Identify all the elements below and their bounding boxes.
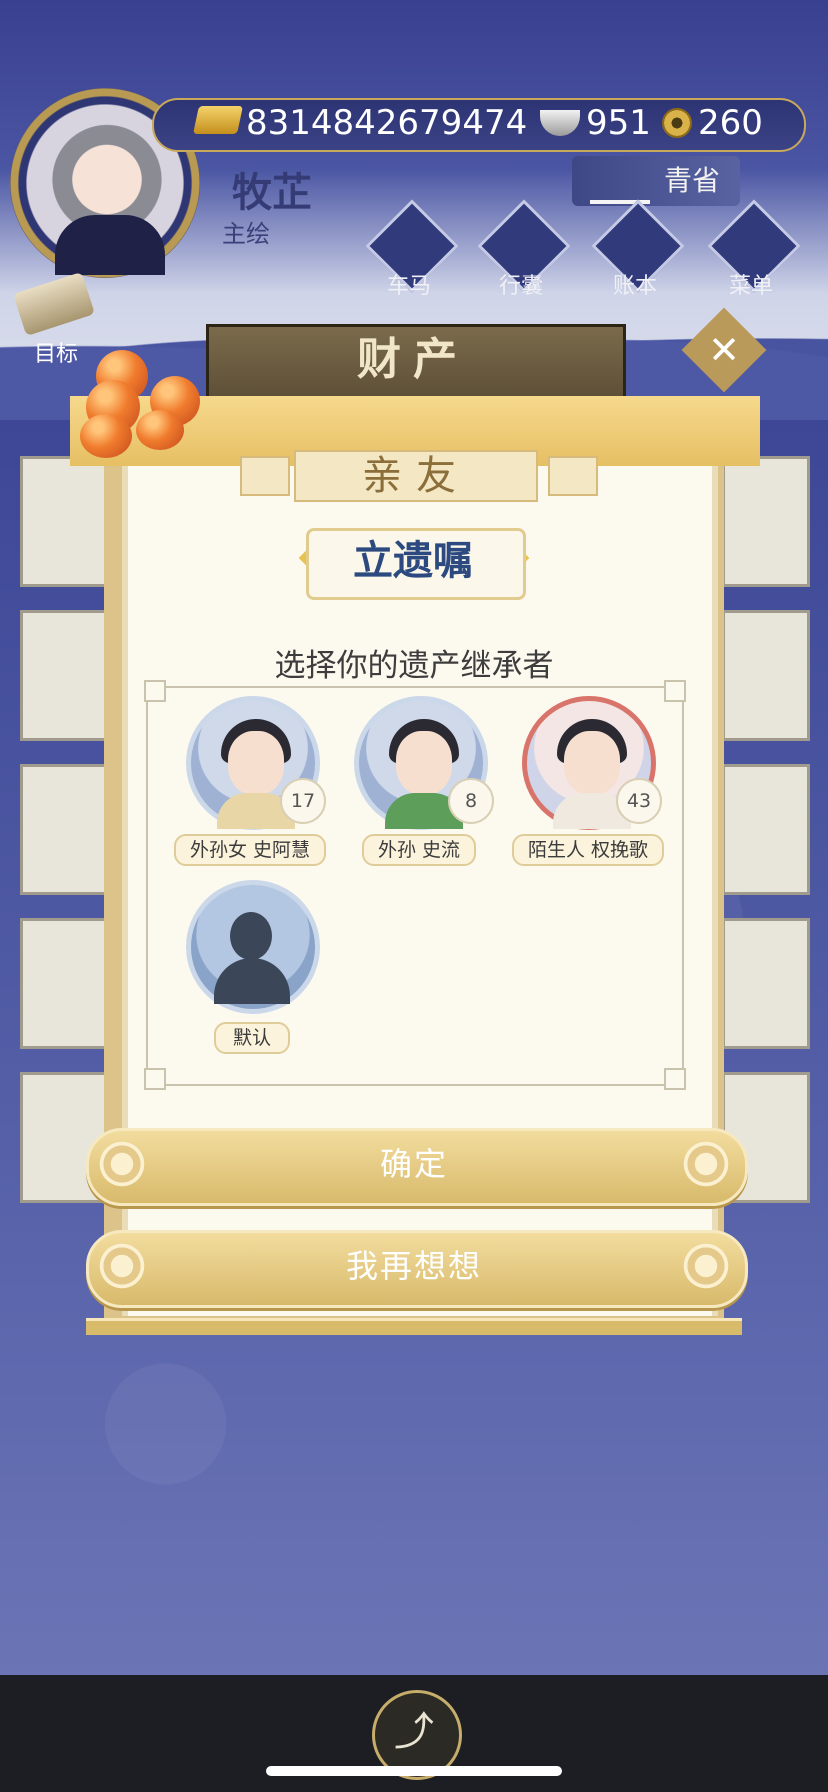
heir-face (564, 731, 620, 795)
age-badge: 8 (448, 778, 494, 824)
nav-menu[interactable]: 菜单 (707, 199, 801, 299)
nav-label: 车马 (386, 274, 431, 299)
default-heir-label: 默认 (214, 1022, 290, 1054)
nav-carriage[interactable]: 车马 (365, 199, 459, 299)
frame-corner (144, 1068, 166, 1090)
player-body (55, 215, 165, 275)
fruit-icon (136, 410, 184, 450)
gold-ingot-icon (193, 106, 243, 134)
silhouette-icon (230, 912, 272, 960)
side-card (20, 456, 108, 587)
side-card (722, 456, 810, 587)
reconsider-button-label[interactable]: 我再想想 (86, 1230, 742, 1302)
silver-amount: 951 (586, 103, 651, 143)
nav-label: 行囊 (498, 274, 543, 299)
side-card (722, 610, 810, 741)
side-card (20, 918, 108, 1049)
desk-icon (590, 160, 650, 204)
panel-footer (86, 1318, 742, 1335)
frame-corner (144, 680, 166, 702)
heir-option[interactable]: 17 外孙女 史阿慧 (174, 696, 326, 868)
heir-name: 外孙女 史阿慧 (174, 834, 326, 866)
copper-coin-icon (662, 108, 692, 138)
qingxing-label: 青省 (664, 164, 721, 197)
coin-amount: 260 (698, 103, 763, 143)
frame-corner (664, 680, 686, 702)
age-badge: 43 (616, 778, 662, 824)
nav-ledger[interactable]: 账本 (591, 199, 685, 299)
player-title: 主绘 (222, 220, 270, 248)
tab-ornament (240, 456, 290, 496)
close-icon[interactable]: ✕ (694, 320, 754, 380)
heir-name: 外孙 史流 (362, 834, 476, 866)
heir-face (396, 731, 452, 795)
heir-name: 陌生人 权挽歌 (512, 834, 664, 866)
side-card (722, 918, 810, 1049)
property-banner-title: 财产 (357, 334, 469, 385)
share-icon[interactable]: ⤴ (372, 1690, 456, 1774)
nav-label: 账本 (612, 274, 657, 299)
nav-bag[interactable]: 行囊 (477, 199, 571, 299)
will-title: 立遗嘱 (353, 538, 473, 584)
side-card (20, 764, 108, 895)
confirm-button-label[interactable]: 确定 (86, 1128, 742, 1200)
side-card (722, 764, 810, 895)
gold-amount: 8314842679474 (246, 103, 528, 143)
heir-option[interactable]: 8 外孙 史流 (354, 696, 494, 868)
nav-label: 菜单 (728, 274, 773, 299)
age-badge: 17 (280, 778, 326, 824)
home-indicator (266, 1766, 562, 1776)
frame-corner (664, 1068, 686, 1090)
heir-option[interactable]: 43 陌生人 权挽歌 (512, 696, 664, 868)
heir-face (228, 731, 284, 795)
player-name: 牧芷 (232, 170, 312, 216)
goal-label: 目标 (34, 342, 79, 367)
tab-ornament (548, 456, 598, 496)
will-subtitle: 选择你的遗产继承者 (274, 648, 554, 684)
side-card (20, 610, 108, 741)
tab-relatives[interactable]: 亲友 (294, 450, 538, 502)
fruit-icon (80, 414, 132, 458)
